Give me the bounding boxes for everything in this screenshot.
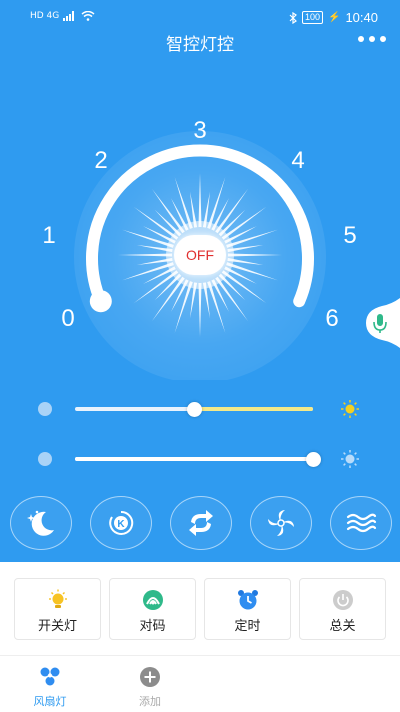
color-temp-track[interactable]	[75, 452, 321, 467]
color-temp-low-icon	[38, 452, 52, 466]
dial-knob[interactable]	[89, 290, 112, 313]
color-temperature-slider[interactable]	[30, 448, 370, 468]
voice-button[interactable]	[364, 298, 400, 348]
brightness-knob[interactable]	[187, 402, 202, 417]
fan-light-icon	[40, 667, 60, 686]
control-panel: HD 4G 100 ⚡ 10:40 智控灯控 0 1 2 3 4 5 6 OFF…	[0, 0, 400, 562]
alarm-clock-icon	[238, 590, 258, 610]
brightness-fill	[194, 407, 313, 411]
timer-button[interactable]: 定时	[204, 578, 291, 640]
tab-fan-light-label: 风扇灯	[33, 696, 67, 708]
dial-label-4: 4	[291, 147, 305, 174]
color-temp-knob[interactable]	[306, 452, 321, 467]
dial-label-1: 1	[42, 222, 56, 249]
timer-label: 定时	[234, 618, 261, 633]
tab-add-label: 添加	[139, 696, 161, 708]
k-circle-icon: K	[109, 510, 134, 535]
dial-label-0: 0	[61, 305, 75, 332]
all-off-button[interactable]: 总关	[299, 578, 386, 640]
tab-fan-light[interactable]: 风扇灯	[20, 666, 80, 709]
svg-text:K: K	[117, 519, 125, 530]
dial-label-6: 6	[325, 305, 339, 332]
brightness-low-icon	[38, 402, 52, 416]
wave-icon	[346, 513, 377, 533]
brightness-slider[interactable]	[30, 398, 370, 418]
all-off-label: 总关	[329, 618, 356, 633]
lightbulb-icon	[49, 589, 67, 608]
microphone-icon	[377, 314, 383, 326]
toggle-light-label: 开关灯	[37, 618, 77, 633]
action-cards: 开关灯 对码 定时 总关	[14, 578, 386, 640]
wave-mode-button[interactable]	[330, 496, 392, 550]
power-off-button[interactable]: OFF	[174, 235, 226, 275]
sun-icon	[341, 450, 359, 468]
bottom-tab-bar: 风扇灯 添加	[0, 655, 400, 712]
dial-label-3: 3	[193, 117, 207, 144]
brightness-track[interactable]	[75, 402, 313, 417]
dial-label-2: 2	[94, 147, 108, 174]
fan-swirl-icon	[268, 510, 294, 536]
color-temp-fill	[75, 457, 313, 461]
fan-mode-button[interactable]	[250, 496, 312, 550]
pairing-icon	[143, 590, 163, 610]
k-mode-button[interactable]: K	[90, 496, 152, 550]
pairing-label: 对码	[139, 618, 166, 633]
cycle-mode-button[interactable]	[170, 496, 232, 550]
dial-label-5: 5	[343, 222, 357, 249]
moon-stars-icon	[27, 510, 54, 536]
power-icon	[333, 590, 353, 610]
add-icon	[140, 667, 160, 687]
toggle-light-button[interactable]: 开关灯	[14, 578, 101, 640]
refresh-arrows-icon	[189, 510, 213, 536]
mode-buttons: K	[0, 496, 400, 550]
night-mode-button[interactable]	[10, 496, 72, 550]
pairing-button[interactable]: 对码	[109, 578, 196, 640]
sun-icon	[341, 400, 359, 418]
tab-add[interactable]: 添加	[120, 666, 180, 709]
